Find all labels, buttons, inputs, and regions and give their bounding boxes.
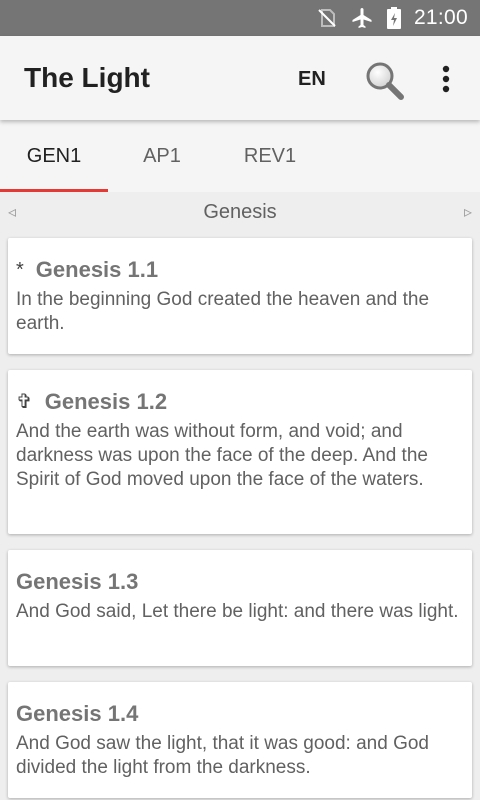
verse-card[interactable]: Genesis 1.4 And God saw the light, that … — [8, 682, 472, 798]
battery-icon — [386, 6, 402, 30]
verse-list: * Genesis 1.1 In the beginning God creat… — [0, 232, 480, 800]
verse-card[interactable]: ✞ Genesis 1.2 And the earth was without … — [8, 370, 472, 534]
overflow-menu-button[interactable] — [436, 62, 456, 98]
tab-gen1[interactable]: GEN1 — [0, 120, 108, 192]
verse-card[interactable]: Genesis 1.3 And God said, Let there be l… — [8, 550, 472, 666]
verse-header: Genesis 1.3 — [16, 568, 464, 596]
verse-reference: Genesis 1.1 — [35, 257, 159, 282]
verse-text: And the earth was without form, and void… — [16, 421, 428, 490]
verse-header: ✞ Genesis 1.2 — [16, 388, 464, 416]
verse-text: And God said, Let there be light: and th… — [16, 601, 459, 622]
app-title: The Light — [24, 62, 150, 93]
verse-header: * Genesis 1.1 — [16, 256, 464, 284]
verse-reference: Genesis 1.3 — [16, 569, 139, 594]
asterisk-marker-icon: * — [16, 259, 24, 281]
verse-header: Genesis 1.4 — [16, 700, 464, 728]
cross-marker-icon: ✞ — [16, 391, 33, 413]
no-sim-icon — [316, 7, 338, 29]
verse-reference: Genesis 1.4 — [16, 701, 139, 726]
language-button[interactable]: EN — [298, 68, 326, 91]
verse-card[interactable]: * Genesis 1.1 In the beginning God creat… — [8, 238, 472, 354]
verse-text: And God saw the light, that it was good:… — [16, 733, 429, 778]
status-icons: 21:00 — [316, 0, 468, 36]
tab-bar: GEN1 AP1 REV1 — [0, 120, 480, 192]
app-bar: The Light EN — [0, 36, 480, 120]
verse-reference: Genesis 1.2 — [44, 389, 168, 414]
overflow-menu-icon — [442, 65, 450, 93]
verse-text: In the beginning God created the heaven … — [16, 289, 430, 334]
status-bar: 21:00 — [0, 0, 480, 36]
search-button[interactable] — [364, 60, 404, 100]
chapter-nav: ◃ Genesis ▹ — [0, 192, 480, 232]
chapter-title: Genesis — [203, 201, 277, 223]
tab-rev1[interactable]: REV1 — [216, 120, 324, 192]
search-icon — [366, 62, 404, 100]
status-time: 21:00 — [413, 6, 468, 29]
next-chapter-button[interactable]: ▹ — [464, 202, 472, 222]
tab-ap1[interactable]: AP1 — [108, 120, 216, 192]
airplane-mode-icon — [350, 6, 374, 30]
